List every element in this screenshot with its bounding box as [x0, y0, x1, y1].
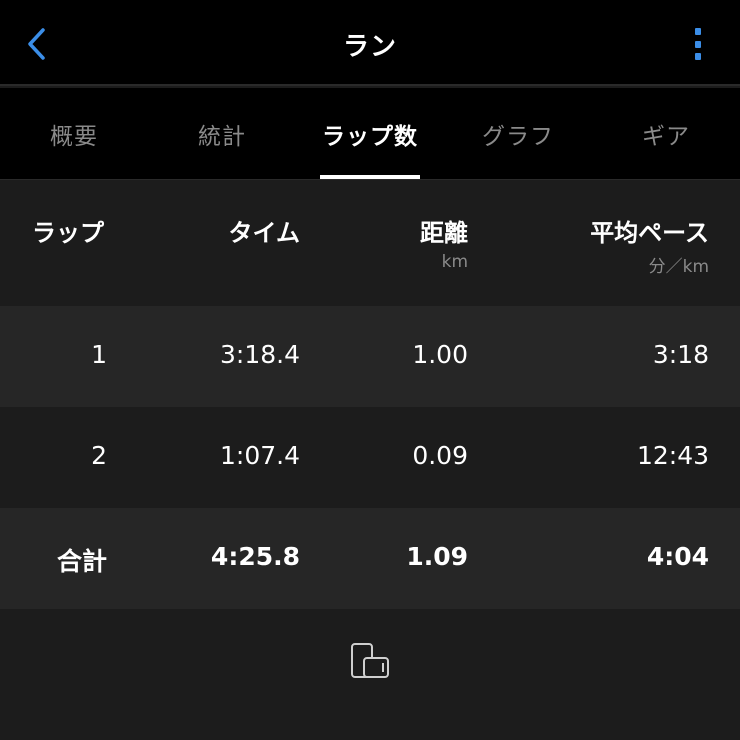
total-distance: 1.09	[406, 542, 468, 571]
table-row[interactable]: 1 3:18.4 1.00 3:18	[0, 306, 740, 407]
lap-distance: 0.09	[412, 441, 468, 470]
table-row[interactable]: 2 1:07.4 0.09 12:43	[0, 407, 740, 508]
tab-overview[interactable]: 概要	[0, 88, 148, 179]
header-distance-unit: km	[441, 252, 468, 272]
total-pace: 4:04	[646, 542, 709, 571]
lap-time: 3:18.4	[220, 340, 300, 369]
tab-gear[interactable]: ギア	[592, 88, 740, 179]
tab-stats[interactable]: 統計	[148, 88, 296, 179]
header-time: タイム	[228, 213, 300, 248]
lap-distance: 1.00	[412, 340, 468, 369]
more-vertical-icon-dot	[695, 53, 701, 60]
header-pace-unit: 分／km	[648, 257, 709, 277]
footer	[0, 610, 740, 740]
lap-time: 1:07.4	[220, 441, 300, 470]
header-pace: 平均ペース 分／km	[590, 213, 709, 277]
header-lap: ラップ	[32, 213, 104, 248]
lap-pace: 12:43	[636, 441, 709, 470]
header-distance: 距離 km	[420, 213, 468, 272]
lap-number: 1	[91, 340, 107, 369]
lap-number: 2	[91, 441, 107, 470]
tab-bar: 概要 統計 ラップ数 グラフ ギア	[0, 88, 740, 180]
more-vertical-icon-dot	[695, 40, 701, 48]
rotate-device-icon	[351, 643, 389, 678]
header-lap-label: ラップ	[32, 219, 104, 247]
more-options-button[interactable]	[690, 24, 706, 64]
total-time: 4:25.8	[210, 542, 300, 571]
lap-pace: 3:18	[652, 340, 709, 369]
tab-laps[interactable]: ラップ数	[296, 88, 444, 179]
tab-graph[interactable]: グラフ	[444, 88, 592, 179]
rotate-screen-button[interactable]	[348, 636, 392, 686]
table-header: ラップ タイム 距離 km 平均ペース 分／km	[0, 181, 740, 306]
header-pace-label: 平均ペース	[590, 219, 709, 247]
top-bar: ラン	[0, 0, 740, 86]
total-label: 合計	[56, 547, 107, 576]
header-time-label: タイム	[228, 219, 300, 247]
total-row: 合計 4:25.8 1.09 4:04	[0, 508, 740, 609]
more-vertical-icon	[695, 28, 701, 35]
page-title: ラン	[342, 32, 397, 62]
header-distance-label: 距離	[420, 219, 468, 247]
